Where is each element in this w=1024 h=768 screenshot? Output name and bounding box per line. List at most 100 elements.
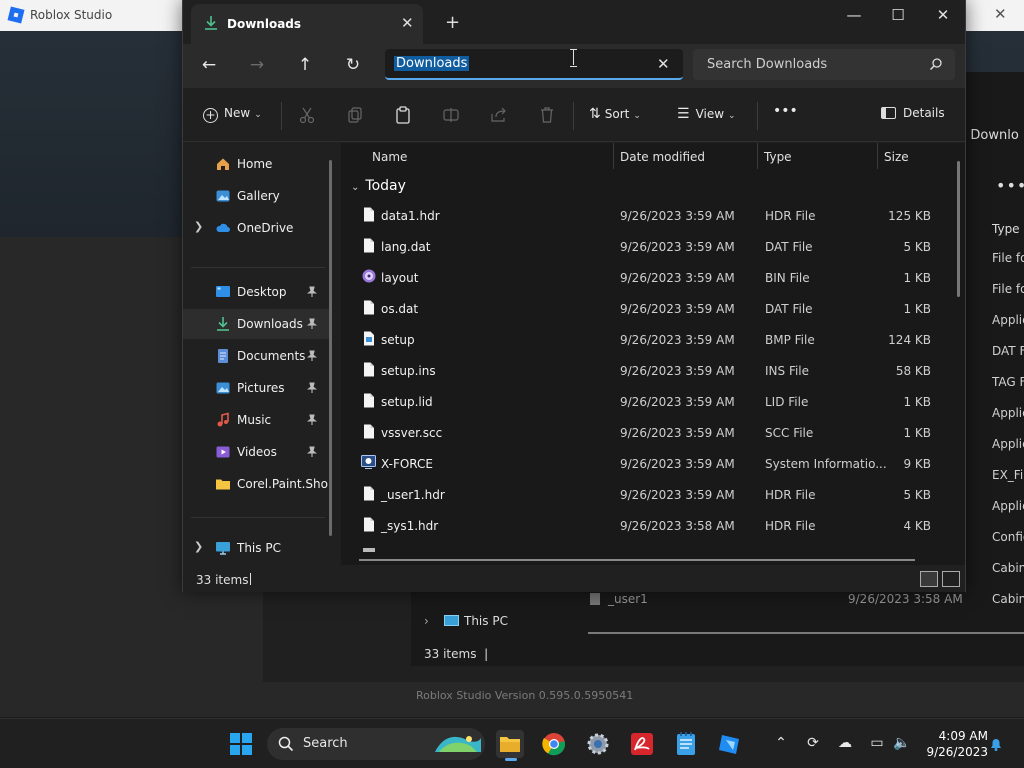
new-button[interactable]: + New ⌄ [203, 106, 262, 123]
windows-start-icon[interactable] [230, 733, 252, 755]
minimize-icon[interactable]: — [834, 6, 874, 28]
delete-icon[interactable] [537, 105, 557, 125]
cut-icon[interactable] [297, 105, 317, 125]
sidebar-scrollbar[interactable] [329, 160, 332, 536]
pin-icon[interactable] [306, 350, 318, 362]
roblox-studio-icon [719, 735, 739, 754]
table-row[interactable]: setup.lid 9/26/2023 3:59 AM LID File 1 K… [341, 386, 951, 417]
file-date: 9/26/2023 3:59 AM [620, 426, 735, 440]
address-bar[interactable]: Downloads ✕ [385, 49, 683, 80]
column-separator[interactable] [877, 143, 878, 169]
share-icon[interactable] [489, 105, 509, 125]
sidebar-item-videos[interactable]: Videos [183, 437, 329, 467]
table-row[interactable]: setup 9/26/2023 3:59 AM BMP File 124 KB [341, 324, 951, 355]
taskbar-file-explorer[interactable] [496, 730, 524, 761]
cloud-status-icon[interactable]: ☁ [836, 735, 854, 753]
close-window-icon[interactable]: ✕ [923, 6, 963, 28]
horizontal-scrollbar[interactable] [359, 559, 915, 561]
sidebar-item-gallery[interactable]: Gallery [183, 181, 329, 211]
details-pane-button[interactable]: Details [881, 106, 945, 120]
column-header-type[interactable]: Type [764, 150, 792, 164]
column-header-date-modified[interactable]: Date modified [620, 150, 705, 164]
pin-icon[interactable] [306, 382, 318, 394]
file-explorer-window[interactable]: Downloads ✕ + — ☐ ✕ ← → ↑ ↻ Downloads ✕ … [182, 0, 966, 592]
table-row[interactable]: X-FORCE 9/26/2023 3:59 AM System Informa… [341, 448, 951, 479]
monitor-icon[interactable]: ▭ [868, 735, 886, 753]
copy-icon[interactable] [345, 105, 365, 125]
notification-bell-icon[interactable] [988, 736, 1004, 752]
close-tab-icon[interactable]: ✕ [401, 14, 414, 32]
taskbar-pdf-app[interactable] [628, 730, 656, 758]
search-input[interactable]: Search Downloads [707, 57, 827, 72]
clear-address-icon[interactable]: ✕ [657, 55, 670, 73]
large-icons-view-icon[interactable] [942, 571, 960, 587]
search-icon[interactable] [929, 57, 943, 71]
group-header-today[interactable]: ⌄ Today [351, 178, 406, 194]
column-separator[interactable] [613, 143, 614, 169]
sidebar-item-onedrive[interactable]: ❯ OneDrive [183, 213, 329, 243]
column-header-name[interactable]: Name [372, 150, 407, 164]
taskbar-search[interactable]: Search [267, 728, 485, 760]
chevron-right-icon[interactable]: › [424, 614, 438, 628]
background-sidebar-this-pc[interactable]: › This PC [424, 614, 508, 628]
more-options-icon[interactable]: ••• [773, 103, 798, 119]
pin-icon[interactable] [306, 446, 318, 458]
table-row[interactable]: data1.hdr 9/26/2023 3:59 AM HDR File 125… [341, 200, 951, 231]
taskbar-notepad[interactable] [672, 730, 700, 758]
system-clock[interactable]: 4:09 AM 9/26/2023 [918, 728, 988, 760]
table-row[interactable]: lang.dat 9/26/2023 3:59 AM DAT File 5 KB [341, 231, 951, 262]
table-row[interactable]: setup.ins 9/26/2023 3:59 AM INS File 58 … [341, 355, 951, 386]
sort-button[interactable]: ⇅ Sort ⌄ [589, 106, 641, 122]
background-more-options-icon[interactable]: ••• [996, 176, 1024, 195]
sidebar-item-downloads[interactable]: Downloads [183, 309, 329, 339]
up-arrow-icon[interactable]: ↑ [292, 53, 318, 79]
sort-icon: ⇅ [589, 106, 601, 122]
file-icon [364, 393, 374, 408]
file-date: 9/26/2023 3:59 AM [620, 240, 735, 254]
table-row[interactable]: _user1.hdr 9/26/2023 3:59 AM HDR File 5 … [341, 479, 951, 510]
table-row[interactable]: layout 9/26/2023 3:59 AM BIN File 1 KB [341, 262, 951, 293]
refresh-icon[interactable]: ↻ [340, 53, 366, 79]
paste-icon[interactable] [393, 105, 413, 125]
tab-downloads[interactable]: Downloads ✕ [191, 4, 423, 44]
back-arrow-icon[interactable]: ← [196, 53, 222, 79]
folder-icon [216, 479, 230, 490]
sidebar-item-this-pc[interactable]: ❯ This PC [183, 533, 329, 563]
pin-icon[interactable] [306, 318, 318, 330]
column-separator[interactable] [757, 143, 758, 169]
taskbar-chrome[interactable] [540, 730, 568, 758]
pin-icon[interactable] [306, 286, 318, 298]
chevron-right-icon[interactable]: ❯ [194, 540, 203, 553]
rename-icon[interactable] [441, 105, 461, 125]
roblox-close-icon[interactable]: ✕ [994, 5, 1007, 23]
search-box[interactable]: Search Downloads [693, 49, 955, 80]
maximize-icon[interactable]: ☐ [878, 6, 918, 28]
background-file-row[interactable]: _user1 [590, 592, 648, 606]
chevron-down-icon[interactable]: ⌄ [351, 182, 359, 193]
column-header-size[interactable]: Size [884, 150, 909, 164]
taskbar-roblox-studio[interactable] [716, 730, 744, 758]
sidebar-item-music[interactable]: Music [183, 405, 329, 435]
address-input[interactable]: Downloads [394, 56, 470, 71]
taskbar-settings[interactable] [584, 730, 612, 758]
sidebar-item-pictures[interactable]: Pictures [183, 373, 329, 403]
chevron-right-icon[interactable]: ❯ [194, 220, 203, 233]
volume-muted-icon[interactable]: 🔈 [893, 735, 911, 753]
sidebar-item-documents[interactable]: Documents [183, 341, 329, 371]
pin-icon[interactable] [306, 414, 318, 426]
vertical-scrollbar[interactable] [957, 161, 960, 297]
new-tab-icon[interactable]: + [445, 12, 460, 33]
view-button[interactable]: ☰ View ⌄ [677, 106, 736, 122]
sync-icon[interactable]: ⟳ [804, 735, 822, 753]
table-row[interactable]: vssver.scc 9/26/2023 3:59 AM SCC File 1 … [341, 417, 951, 448]
table-row[interactable]: _sys1.hdr 9/26/2023 3:58 AM HDR File 4 K… [341, 510, 951, 541]
sidebar-item-desktop[interactable]: Desktop [183, 277, 329, 307]
background-search-fragment[interactable]: h Downlo [958, 128, 1019, 143]
background-horizontal-scrollbar[interactable] [588, 632, 1024, 634]
table-row[interactable]: os.dat 9/26/2023 3:59 AM DAT File 1 KB [341, 293, 951, 324]
sidebar-item-corel-paint-shop[interactable]: Corel.Paint.Shop [183, 469, 329, 499]
sidebar-item-home[interactable]: Home [183, 149, 329, 179]
forward-arrow-icon[interactable]: → [244, 53, 270, 79]
details-view-icon[interactable] [920, 571, 938, 587]
chevron-up-icon[interactable]: ⌃ [772, 735, 790, 753]
